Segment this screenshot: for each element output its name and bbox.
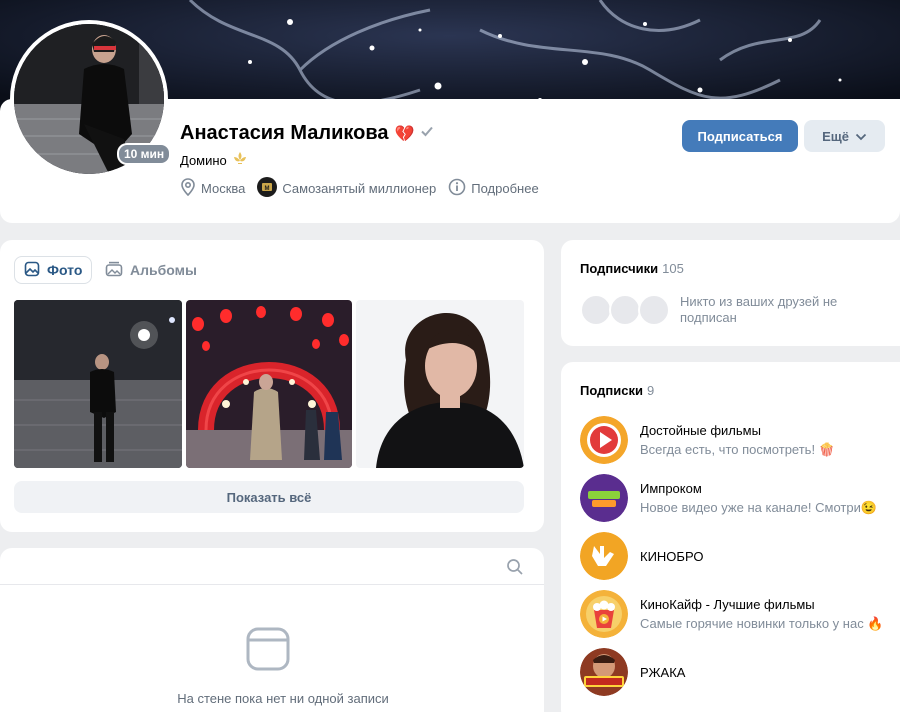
city-item[interactable]: Москва [180,178,245,199]
subscription-item[interactable]: КиноКайф - Лучшие фильмы Самые горячие н… [580,590,884,638]
profile-name-row: Анастасия Маликова 💔 [180,122,434,145]
follower-placeholder-avatar [609,294,641,326]
followers-card [561,240,900,346]
wall-search-button[interactable] [506,558,524,581]
subscribe-button[interactable]: Подписаться [682,120,798,152]
followers-note: Никто из ваших друзей не подписан [680,294,838,325]
empty-wall-icon [246,627,290,676]
subscription-name: Импроком [640,480,702,496]
followers-title-label: Подписчики [580,261,659,276]
followers-count: 105 [662,261,684,276]
fleur-icon [232,152,248,169]
online-time: 10 мин [119,145,170,163]
image-icon [24,261,40,280]
subscription-desc: Всегда есть, что посмотреть! 🍿 [640,441,835,457]
profile-name: Анастасия Маликова [180,122,389,144]
subscription-name: РЖАКА [640,664,686,680]
job-label: Самозанятый миллионер [282,181,437,196]
profile-status-row: Домино [180,152,248,169]
subscription-item[interactable]: Импроком Новое видео уже на канале! Смот… [580,474,877,522]
job-item[interactable]: M Самозанятый миллионер [257,177,436,200]
info-icon [448,178,466,199]
follower-placeholder-avatar [580,294,612,326]
subscription-desc: Новое видео уже на канале! Смотри😉 [640,499,878,515]
location-pin-icon [180,178,196,199]
subscriptions-count: 9 [646,383,655,398]
photo-thumbnail[interactable] [14,300,182,468]
svg-text:M: M [265,186,270,192]
profile-meta-row: Москва M Самозанятый миллионер Подробнее [180,177,539,200]
rzhaka-logo [580,648,628,696]
more-actions-label: Ещё [822,128,849,144]
followers-title[interactable]: Подписчики 105 [580,261,684,276]
city-label: Москва [201,181,246,196]
subscription-desc: Самые горячие новинки только у нас 🔥 [640,615,884,631]
follower-placeholder-avatar [638,294,670,326]
popcorn-icon [580,590,628,638]
photo-thumbnail[interactable] [356,300,524,468]
subscription-item[interactable]: КИНОБРО [580,532,703,580]
search-icon [506,559,524,580]
job-logo-icon: M [257,177,278,200]
photo-thumbnail[interactable] [186,300,352,468]
albums-icon [105,261,123,280]
subscriptions-title[interactable]: Подписки 9 [580,383,654,398]
tab-albums[interactable]: Альбомы [105,256,197,284]
subscription-item[interactable]: Достойные фильмы Всегда есть, что посмот… [580,416,835,464]
improcom-logo [580,474,628,522]
broken-heart-icon: 💔 [394,125,415,143]
hand-icon [580,532,628,580]
online-status-badge: 10 мин [117,143,172,165]
wall-empty-text: На стене пока нет ни одной записи [177,691,389,706]
verified-check-icon [420,124,434,143]
more-info-label: Подробнее [471,181,539,196]
subscriptions-title-label: Подписки [580,383,643,398]
tab-photos[interactable]: Фото [14,256,93,284]
subscription-name: КиноКайф - Лучшие фильмы [640,596,815,612]
chevron-down-icon [855,129,867,144]
tab-albums-label: Альбомы [130,262,197,278]
subscription-item[interactable]: РЖАКА [580,648,685,696]
subscription-name: Достойные фильмы [640,422,761,438]
play-icon [580,416,628,464]
wall-divider [0,584,544,585]
subscription-name: КИНОБРО [640,548,704,564]
more-actions-button[interactable]: Ещё [804,120,885,152]
show-all-photos-button[interactable]: Показать всё [14,481,524,513]
more-info-link[interactable]: Подробнее [448,178,539,199]
profile-status: Домино [180,153,227,168]
tab-photos-label: Фото [47,262,83,278]
